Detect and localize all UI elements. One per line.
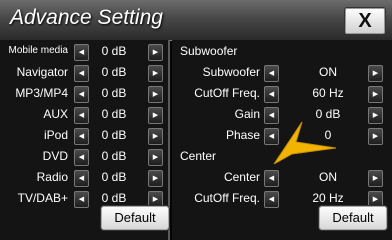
volume-row-label: AUX <box>43 107 68 121</box>
left-arrow-icon[interactable]: ◀ <box>264 191 279 208</box>
subwoofer-row-value: 60 Hz <box>312 86 344 100</box>
right-arrow-icon[interactable]: ▶ <box>148 107 163 124</box>
volume-row-aux: AUX ◀ 0 dB ▶ <box>0 104 170 124</box>
volume-row-label: Navigator <box>16 65 68 79</box>
left-arrow-icon[interactable]: ◀ <box>74 44 89 61</box>
right-arrow-icon[interactable]: ▶ <box>368 128 383 145</box>
volume-row-label: DVD <box>42 149 68 163</box>
volume-row-label: TV/DAB+ <box>17 191 68 205</box>
left-arrow-icon[interactable]: ◀ <box>74 65 89 82</box>
subwoofer-section-title: Subwoofer <box>180 44 238 58</box>
close-icon: X <box>358 10 372 32</box>
right-arrow-icon[interactable]: ▶ <box>368 170 383 187</box>
volume-row-value: 0 dB <box>101 65 127 79</box>
left-arrow-icon[interactable]: ◀ <box>264 86 279 103</box>
subwoofer-row-subwoofer: Subwoofer ◀ ON ▶ <box>172 62 392 82</box>
left-arrow-icon[interactable]: ◀ <box>264 65 279 82</box>
volume-row-mobile-media: Mobile media ◀ 0 dB ▶ <box>0 41 170 61</box>
close-button[interactable]: X <box>344 7 386 35</box>
volume-row-value: 0 dB <box>101 86 127 100</box>
volume-row-ipod: iPod ◀ 0 dB ▶ <box>0 125 170 145</box>
volume-row-dvd: DVD ◀ 0 dB ▶ <box>0 146 170 166</box>
subwoofer-row-label: Phase <box>225 128 260 142</box>
volume-row-value: 0 dB <box>101 44 127 58</box>
right-arrow-icon[interactable]: ▶ <box>148 86 163 103</box>
volume-row-value: 0 dB <box>101 107 127 121</box>
volume-row-label: MP3/MP4 <box>15 86 68 100</box>
volume-row-label: Mobile media <box>8 45 68 56</box>
volume-row-label: Radio <box>36 170 68 184</box>
center-row-value: ON <box>319 170 337 184</box>
left-arrow-icon[interactable]: ◀ <box>74 128 89 145</box>
left-arrow-icon[interactable]: ◀ <box>74 86 89 103</box>
center-default-button[interactable]: Default <box>318 205 388 231</box>
title-bar: Advance Setting X <box>0 0 392 41</box>
volume-row-value: 0 dB <box>101 149 127 163</box>
subwoofer-row-label: CutOff Freq. <box>194 86 260 100</box>
left-arrow-icon[interactable]: ◀ <box>74 191 89 208</box>
volume-default-button[interactable]: Default <box>100 205 170 231</box>
volume-row-value: 0 dB <box>101 128 127 142</box>
left-arrow-icon[interactable]: ◀ <box>74 170 89 187</box>
center-row-label: Center <box>223 170 260 184</box>
left-arrow-icon[interactable]: ◀ <box>74 149 89 166</box>
right-arrow-icon[interactable]: ▶ <box>368 65 383 82</box>
right-arrow-icon[interactable]: ▶ <box>148 128 163 145</box>
center-row-center: Center ◀ ON ▶ <box>172 167 392 187</box>
left-arrow-icon[interactable]: ◀ <box>264 170 279 187</box>
volume-row-navigator: Navigator ◀ 0 dB ▶ <box>0 62 170 82</box>
left-arrow-icon[interactable]: ◀ <box>74 107 89 124</box>
pointer-arrow-icon <box>273 121 337 165</box>
subwoofer-row-label: Gain <box>234 107 260 121</box>
center-row-label: CutOff Freq. <box>194 191 260 205</box>
subwoofer-row-value: ON <box>319 65 337 79</box>
center-section-title: Center <box>180 149 217 163</box>
volume-row-radio: Radio ◀ 0 dB ▶ <box>0 167 170 187</box>
volume-row-mp3-mp4: MP3/MP4 ◀ 0 dB ▶ <box>0 83 170 103</box>
volume-row-label: iPod <box>43 128 68 142</box>
right-arrow-icon[interactable]: ▶ <box>148 65 163 82</box>
right-arrow-icon[interactable]: ▶ <box>148 170 163 187</box>
right-arrow-icon[interactable]: ▶ <box>148 149 163 166</box>
right-arrow-icon[interactable]: ▶ <box>368 107 383 124</box>
subwoofer-row-cutoff: CutOff Freq. ◀ 60 Hz ▶ <box>172 83 392 103</box>
subwoofer-row-label: Subwoofer <box>202 65 260 79</box>
volume-row-value: 0 dB <box>101 170 127 184</box>
right-arrow-icon[interactable]: ▶ <box>148 44 163 61</box>
right-arrow-icon[interactable]: ▶ <box>368 86 383 103</box>
page-title: Advance Setting <box>10 6 163 29</box>
